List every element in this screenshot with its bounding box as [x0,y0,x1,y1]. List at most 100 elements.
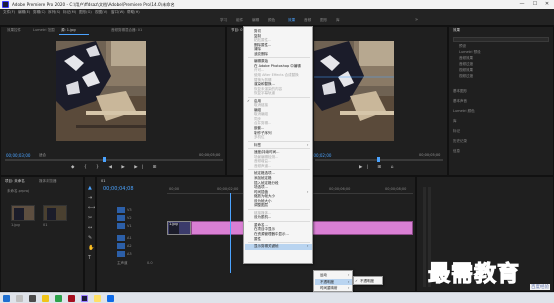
source-scrubber[interactable] [5,159,223,161]
tab-source[interactable]: 源: 1.jpg [61,28,76,33]
app-red-icon[interactable] [68,295,75,302]
minimize-button[interactable]: — [516,1,528,8]
effects-item-video-transitions[interactable]: 视频过渡 [459,74,473,79]
section-essential-sound[interactable]: 基本声音 [453,99,467,104]
ruler-label-3: 00;00;06;00 [329,187,351,191]
a1-target-button[interactable] [117,235,125,241]
ripple-edit-tool-icon[interactable]: ⟷ [88,205,95,211]
source-fit-dropdown[interactable]: 适合 [39,153,46,158]
workspace-assembly[interactable]: 组件 [236,18,243,23]
track-select-tool-icon[interactable]: ⇥ [88,195,92,201]
program-transport-controls[interactable]: ▶| ⊞ ⌂ [359,165,397,170]
section-lumetri-color[interactable]: Lumetri 颜色 [453,109,475,114]
a2-target-button[interactable] [117,243,125,249]
app-blue-icon[interactable] [107,295,114,302]
close-button[interactable]: ✕ [541,1,553,8]
file-explorer-icon[interactable] [42,295,49,302]
source-timecode[interactable]: 00;00;03;00 [6,153,30,158]
a3-target-button[interactable] [117,251,125,257]
effects-item-audio-effects[interactable]: 音频效果 [459,56,473,61]
workspace-graphics[interactable]: 图形 [320,18,327,23]
app-yellow-icon[interactable] [94,295,101,302]
program-preview-image [314,41,394,141]
context-menu-item[interactable]: 波纹删除 [254,52,268,57]
timeline-sequence-tab[interactable]: 01 [101,179,105,183]
premiere-taskbar-icon[interactable] [81,295,88,302]
project-panel: 项目: 未命名 媒体浏览器 未命名.prproj 1.jpg 01 [0,176,84,292]
timeline-playhead[interactable] [230,193,231,273]
source-playhead[interactable] [103,157,106,162]
type-tool-icon[interactable]: T [88,255,91,261]
tab-lumetri-scopes[interactable]: Lumetri 范围 [33,28,55,33]
context-menu-item[interactable]: 显示剪辑关键帧 [254,244,279,249]
section-libraries[interactable]: 库 [453,119,457,124]
source-duration: 00;00;05;00 [199,153,221,157]
opacity-submenu: ✓ 不透明度 [353,276,383,285]
program-playhead[interactable] [377,157,380,162]
clip-label: 1.jpg [169,222,178,226]
track-a1-label: A1 [127,236,132,240]
audio-meter-left [423,187,426,287]
tab-project[interactable]: 项目: 未命名 [5,179,25,184]
project-filename: 未命名.prproj [7,189,29,193]
section-info[interactable]: 信息 [453,149,460,154]
submenu-arrow-icon: › [348,273,350,277]
submenu-item[interactable]: 不透明度 [320,280,334,285]
section-markers[interactable]: 标记 [453,129,460,134]
track-v1-label: V1 [127,224,132,228]
pen-tool-icon[interactable]: ✎ [88,235,92,241]
start-icon[interactable] [3,295,10,302]
workspace-libraries[interactable]: 库 [336,18,340,23]
submenu-arrow-icon: › [348,279,350,284]
timeline-timecode[interactable]: 00;00;04;08 [103,186,134,192]
more-workspaces-icon[interactable]: » [415,17,418,23]
context-menu-item[interactable]: 设为脱机... [254,215,271,220]
project-sequence-label: 01 [43,223,48,227]
slip-tool-icon[interactable]: ↔ [88,225,92,231]
section-history[interactable]: 历史记录 [453,139,467,144]
hand-tool-icon[interactable]: ✋ [88,245,94,251]
effects-item-video-effects[interactable]: 视频效果 [459,68,473,73]
keyframe-submenu: 运动 › 不透明度 › 时间重映射 › [313,270,353,292]
workspace-color[interactable]: 颜色 [268,18,275,23]
project-thumbnail-image[interactable] [11,205,35,221]
effects-item-presets[interactable]: 预设 [459,44,466,49]
maximize-button[interactable]: ☐ [529,1,541,8]
project-sequence-thumbnail[interactable] [43,205,67,221]
task-view-icon[interactable] [29,295,36,302]
submenu-item[interactable]: 运动 [320,273,327,278]
track-a3-label: A3 [127,252,132,256]
effects-search-input[interactable] [453,37,549,42]
context-menu-item: 恢复字幕轨道 [254,91,275,96]
v3-target-button[interactable] [117,207,125,213]
context-menu-item[interactable]: 标签 [254,143,261,148]
effects-item-lumetri-presets[interactable]: Lumetri 预设 [459,50,481,55]
source-transport-controls[interactable]: ◆ { } ◀ ▶ ▶| ⊞ [71,165,160,170]
v1-target-button[interactable] [117,223,125,229]
workspace-audio[interactable]: 音频 [304,18,311,23]
section-essential-graphics[interactable]: 基本图形 [453,89,467,94]
context-menu-item[interactable]: 调整图层 [254,203,268,208]
window-title: Adobe Premiere Pro 2020 - C:\用户\ffdsaz\文… [12,2,175,7]
razor-tool-icon[interactable]: ✂ [88,215,92,221]
selection-tool-icon[interactable]: ▲ [88,185,92,191]
submenu-item[interactable]: 时间重映射 [320,286,338,291]
watermark-subtext: 百度经验 [530,284,550,290]
check-icon: ✓ [355,279,358,283]
tab-effect-controls[interactable]: 效果控件 [7,28,21,33]
active-tab-underline [59,34,89,35]
tab-media-browser[interactable]: 媒体浏览器 [39,179,57,184]
browser-icon[interactable] [55,295,62,302]
project-thumbnail-label: 1.jpg [11,223,20,227]
master-volume-value[interactable]: 0.0 [147,261,153,265]
workspace-editing[interactable]: 编辑 [252,18,259,23]
context-menu-item[interactable]: 属性 [254,237,261,242]
opacity-menu-item[interactable]: 不透明度 [360,279,374,284]
clip-context-menu: 剪切 复制 粘贴属性... 删除属性... 清除 波纹删除 编辑原始在 Adobe Phot… [243,26,313,264]
workspace-learn[interactable]: 学习 [220,18,227,23]
effects-item-audio-transitions[interactable]: 音频过渡 [459,62,473,67]
tab-audio-clip-mixer[interactable]: 音频剪辑混合器: 01 [111,28,142,33]
search-icon[interactable] [16,295,23,302]
workspace-effects[interactable]: 效果 [288,18,295,23]
v2-target-button[interactable] [117,215,125,221]
